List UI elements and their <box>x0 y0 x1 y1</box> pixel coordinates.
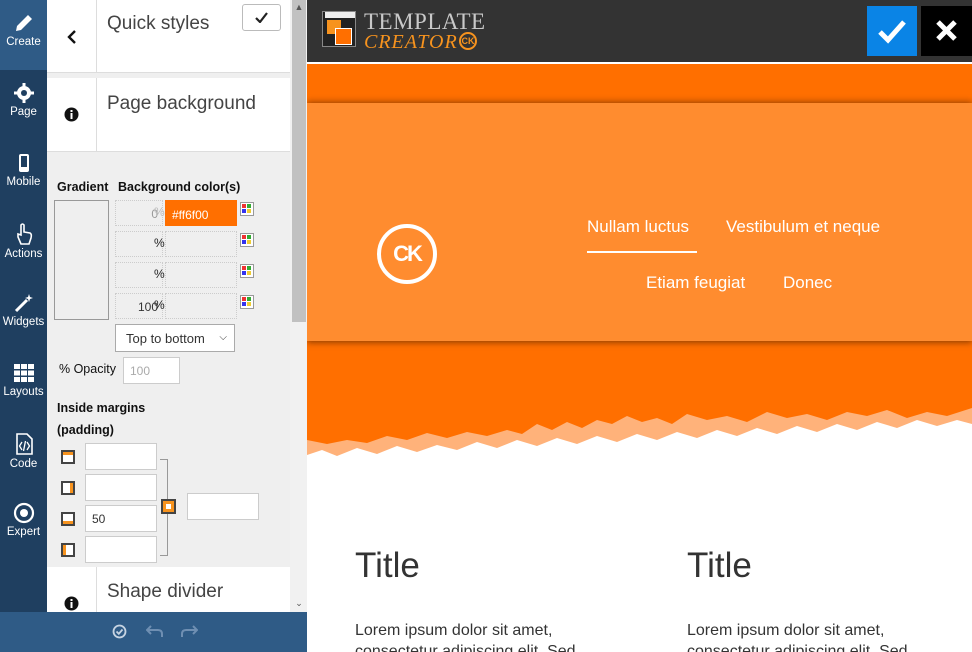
nav-item[interactable]: Donec <box>783 273 832 293</box>
nav-item[interactable]: Vestibulum et neque <box>726 217 880 237</box>
shape-divider-title: Shape divider <box>107 581 224 602</box>
rail-mobile-label: Mobile <box>6 176 41 188</box>
template-creator-logo-icon <box>322 11 356 47</box>
rail-expert[interactable]: Expert <box>0 490 47 560</box>
stop-color-input[interactable] <box>165 231 237 257</box>
rail-page[interactable]: Page <box>0 70 47 140</box>
column-title: Title <box>687 546 752 585</box>
site-logo[interactable]: CK <box>377 224 437 284</box>
padding-all-input[interactable] <box>187 493 259 520</box>
undo-icon[interactable] <box>146 624 164 638</box>
opacity-input[interactable]: 100 <box>123 357 180 384</box>
padding-bottom-icon <box>61 512 75 526</box>
nav-item[interactable]: Nullam luctus <box>587 217 689 237</box>
rail-layouts[interactable]: Layouts <box>0 350 47 420</box>
logo-creator-text: CREATOR <box>364 31 458 53</box>
close-icon <box>936 20 957 41</box>
apply-check-button[interactable] <box>242 4 281 31</box>
padding-right-icon <box>61 481 75 495</box>
padding-all-icon[interactable] <box>161 499 176 514</box>
scroll-up-icon[interactable]: ▲ <box>292 0 306 14</box>
scroll-down-icon[interactable]: ⌄ <box>292 596 306 610</box>
stop-color-input[interactable]: #ff6f00 <box>165 200 237 226</box>
color-picker-icon[interactable] <box>240 233 254 247</box>
color-picker-icon[interactable] <box>240 202 254 216</box>
back-button[interactable] <box>47 0 97 73</box>
rail-actions[interactable]: Actions <box>0 210 47 280</box>
nav-active-underline <box>587 251 697 253</box>
color-picker-icon[interactable] <box>240 295 254 309</box>
chevron-left-icon <box>66 29 76 44</box>
hand-pointer-icon <box>16 223 32 245</box>
code-file-icon <box>15 433 33 455</box>
info-icon <box>47 78 97 151</box>
rail-actions-label: Actions <box>4 248 43 260</box>
rail-code-label: Code <box>9 458 38 470</box>
gradient-preview <box>54 200 109 320</box>
stop-color-input[interactable] <box>165 293 237 319</box>
page-background-row[interactable]: Page background <box>47 78 290 152</box>
percent-sign: % <box>154 236 165 250</box>
padding-top-icon <box>61 450 75 464</box>
magic-wand-icon <box>14 294 33 313</box>
color-picker-icon[interactable] <box>240 264 254 278</box>
rail-widgets-label: Widgets <box>2 316 45 328</box>
history-check-icon[interactable] <box>112 624 127 639</box>
rail-mobile[interactable]: Mobile <box>0 140 47 210</box>
gradient-direction-value: Top to bottom <box>126 331 205 346</box>
editor-topbar: TEMPLATE CREATOR CK <box>307 0 972 63</box>
mobile-icon <box>18 154 29 172</box>
panel-scroll-thumb[interactable] <box>292 0 306 322</box>
check-icon <box>878 20 906 44</box>
close-button[interactable] <box>921 6 972 56</box>
torn-paper-divider <box>307 408 972 480</box>
bottom-toolbar <box>0 612 307 652</box>
page-preview: TEMPLATE CREATOR CK CK Nullam luctus Ves… <box>307 0 972 652</box>
column-title: Title <box>355 546 420 585</box>
redo-icon[interactable] <box>180 624 198 638</box>
rail-page-label: Page <box>10 106 37 118</box>
bg-colors-label: Background color(s) <box>118 180 241 194</box>
chevron-down-icon: ⌵ <box>219 332 227 343</box>
inside-margins-label: Inside margins <box>57 401 146 415</box>
save-button[interactable] <box>867 6 917 56</box>
padding-left-icon <box>61 543 75 557</box>
target-icon <box>13 502 34 524</box>
rail-create[interactable]: Create <box>0 0 47 70</box>
pencil-icon <box>15 15 32 31</box>
app-window: Create Page Mobile Actions Widgets Layou… <box>0 0 972 652</box>
quick-styles-title: Quick styles <box>107 13 210 34</box>
percent-sign: % <box>154 298 165 312</box>
gear-icon <box>13 83 34 103</box>
grid-icon <box>13 364 34 382</box>
padding-top-input[interactable] <box>85 443 157 470</box>
percent-sign: % <box>154 205 165 219</box>
padding-label: (padding) <box>57 423 114 437</box>
column-text: Lorem ipsum dolor sit amet, consectetur … <box>687 622 908 652</box>
rail-expert-label: Expert <box>6 526 41 538</box>
left-rail: Create Page Mobile Actions Widgets Layou… <box>0 0 47 612</box>
percent-sign: % <box>154 267 165 281</box>
rail-code[interactable]: Code <box>0 420 47 490</box>
padding-bottom-input[interactable]: 50 <box>85 505 157 532</box>
padding-right-input[interactable] <box>85 474 157 501</box>
quick-styles-row: Quick styles <box>47 0 290 73</box>
opacity-label: % Opacity <box>59 362 116 376</box>
logo-ck-badge: CK <box>459 32 477 50</box>
rail-create-label: Create <box>6 36 41 48</box>
gradient-direction-select[interactable]: Top to bottom ⌵ <box>115 324 235 352</box>
nav-item[interactable]: Etiam feugiat <box>646 273 745 293</box>
stop-color-input[interactable] <box>165 262 237 288</box>
rail-widgets[interactable]: Widgets <box>0 280 47 350</box>
gradient-label: Gradient <box>57 180 109 194</box>
column-text: Lorem ipsum dolor sit amet, consectetur … <box>355 622 576 652</box>
page-background-title: Page background <box>107 93 256 114</box>
check-icon <box>255 12 268 23</box>
padding-left-input[interactable] <box>85 536 157 563</box>
rail-layouts-label: Layouts <box>3 386 44 398</box>
